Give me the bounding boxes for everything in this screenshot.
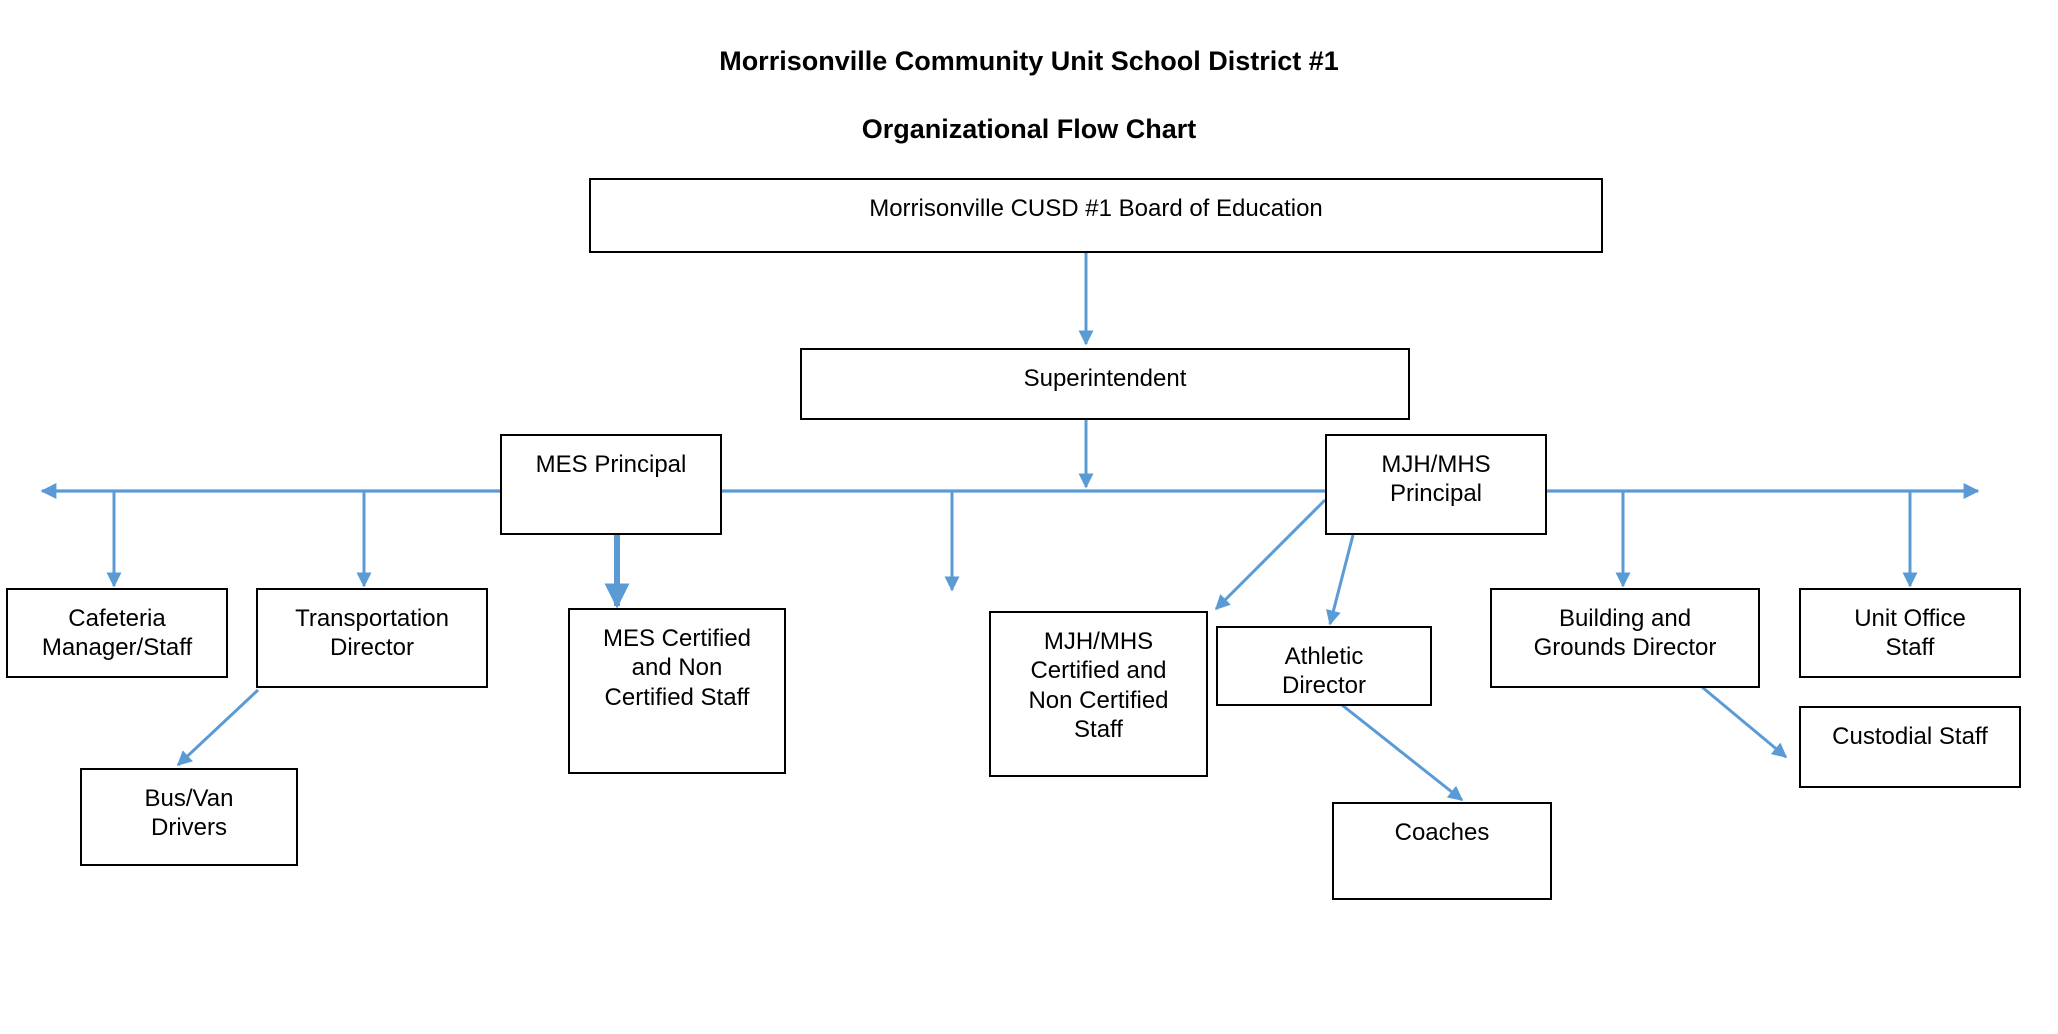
connector-layer (40, 253, 1980, 802)
node-label: Coaches (1394, 819, 1490, 846)
node-mjh-mhs-principal[interactable]: MJH/MHS Principal (1325, 434, 1547, 535)
node-mes-certified-staff[interactable]: MES Certified and Non Certified Staff (568, 608, 786, 774)
node-label: MES Principal (535, 451, 687, 478)
org-chart-canvas: Morrisonville Community Unit School Dist… (0, 0, 2058, 1034)
node-label: MJH/MHS Certified and Non Certified Staf… (1028, 628, 1169, 743)
node-athletic-director[interactable]: Athletic Director (1216, 626, 1432, 706)
node-label: Bus/Van Drivers (144, 785, 234, 842)
node-label: Cafeteria Manager/Staff (41, 605, 193, 662)
edge-transportation-to-bus-drivers (176, 688, 260, 767)
node-building-grounds-director[interactable]: Building and Grounds Director (1490, 588, 1760, 688)
node-label: Custodial Staff (1832, 723, 1988, 750)
node-label: Superintendent (1023, 365, 1187, 392)
edge-mjh-principal-to-mjh-staff (1214, 498, 1327, 611)
node-coaches[interactable]: Coaches (1332, 802, 1552, 900)
node-bus-van-drivers[interactable]: Bus/Van Drivers (80, 768, 298, 866)
node-label: Building and Grounds Director (1533, 605, 1717, 662)
edge-mjh-principal-to-athletic (1326, 534, 1355, 626)
node-board-of-education[interactable]: Morrisonville CUSD #1 Board of Education (589, 178, 1603, 253)
node-transportation-director[interactable]: Transportation Director (256, 588, 488, 688)
edge-athletic-to-coaches (1341, 703, 1464, 802)
node-label: Athletic Director (1281, 643, 1366, 700)
node-label: Unit Office Staff (1854, 605, 1966, 662)
node-custodial-staff[interactable]: Custodial Staff (1799, 706, 2021, 788)
node-label: MJH/MHS Principal (1381, 451, 1491, 508)
node-unit-office-staff[interactable]: Unit Office Staff (1799, 588, 2021, 678)
node-mjh-mhs-certified-staff[interactable]: MJH/MHS Certified and Non Certified Staf… (989, 611, 1208, 777)
node-label: Morrisonville CUSD #1 Board of Education (869, 195, 1323, 222)
node-cafeteria-manager-staff[interactable]: Cafeteria Manager/Staff (6, 588, 228, 678)
node-mes-principal[interactable]: MES Principal (500, 434, 722, 535)
node-label: Transportation Director (295, 605, 449, 662)
node-superintendent[interactable]: Superintendent (800, 348, 1410, 420)
edge-buildings-to-custodial (1701, 685, 1788, 759)
node-label: MES Certified and Non Certified Staff (602, 625, 752, 711)
